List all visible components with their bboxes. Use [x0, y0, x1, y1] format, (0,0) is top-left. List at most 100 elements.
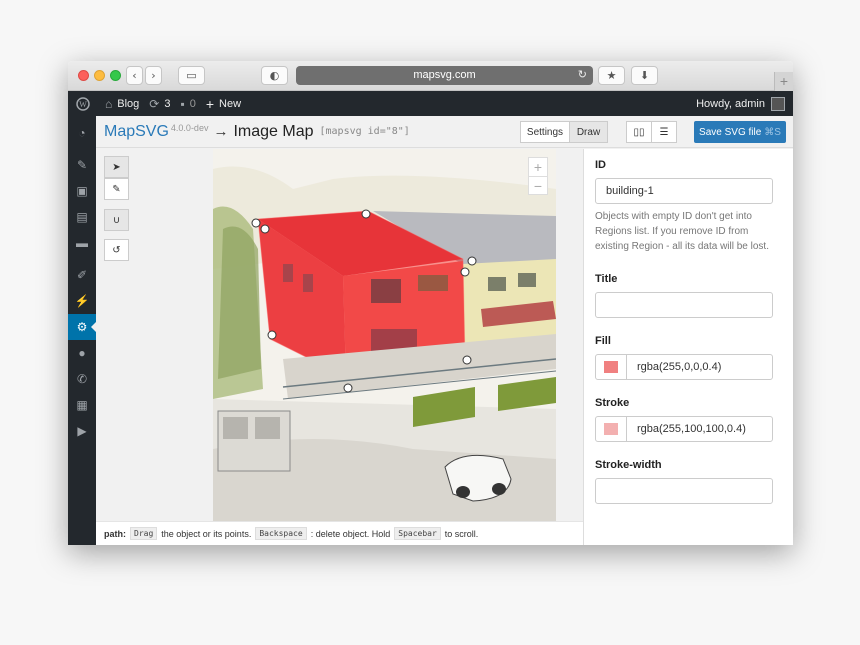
- new-tab-button[interactable]: +: [774, 72, 793, 91]
- draw-toolbar: ➤ ✎ ∪ ↺: [104, 156, 129, 261]
- address-bar[interactable]: mapsvg.com ↻: [296, 66, 593, 85]
- map-view-button[interactable]: ▯▯: [626, 121, 652, 143]
- updates-icon: ⟳: [149, 96, 160, 111]
- hint-text-3: to scroll.: [444, 528, 479, 539]
- stroke-label: Stroke: [595, 397, 630, 409]
- adjust-view-button[interactable]: ☰: [651, 121, 677, 143]
- title-label: Title: [595, 273, 618, 285]
- updates-link[interactable]: ⟳ 3: [149, 97, 170, 111]
- status-bar: path: Drag the object or its points. Bac…: [96, 521, 583, 545]
- pin-icon[interactable]: ✎: [68, 152, 96, 178]
- building-illustration: [213, 149, 556, 521]
- undo-icon: ↺: [112, 244, 121, 256]
- site-name-label: Blog: [117, 97, 140, 110]
- download-icon: ⬇: [639, 69, 650, 82]
- minimize-window-button[interactable]: [94, 70, 105, 81]
- svg-text:W: W: [79, 100, 87, 109]
- browser-window: ‹ › ▭ ◐ mapsvg.com ↻ ★ ⬇ + W ⌂ Blog ⟳ 3 …: [68, 61, 793, 545]
- appearance-icon[interactable]: ✐: [68, 262, 96, 288]
- reload-icon[interactable]: ↻: [578, 66, 587, 85]
- back-button[interactable]: ‹: [126, 66, 143, 85]
- wordpress-logo-button[interactable]: W: [76, 96, 92, 111]
- cursor-icon: ➤: [112, 161, 121, 173]
- fill-color-picker[interactable]: [596, 355, 627, 379]
- wp-admin-bar: W ⌂ Blog ⟳ 3 ▪ 0 + New Howdy, admin: [68, 91, 793, 116]
- settings-button[interactable]: Settings: [520, 121, 570, 143]
- maximize-window-button[interactable]: [110, 70, 121, 81]
- downloads-button[interactable]: ⬇: [631, 66, 658, 85]
- zoom-controls: + −: [528, 157, 548, 195]
- play-icon[interactable]: ▶: [68, 418, 96, 444]
- title-field[interactable]: [595, 292, 773, 318]
- fill-field[interactable]: rgba(255,0,0,0.4): [595, 354, 773, 380]
- stroke-color-picker[interactable]: [596, 417, 627, 441]
- stroke-width-label: Stroke-width: [595, 459, 662, 471]
- plus-icon: +: [779, 73, 789, 89]
- home-icon: ⌂: [105, 96, 113, 111]
- users-icon[interactable]: ●: [68, 340, 96, 366]
- hint-text-1: the object or its points.: [161, 528, 252, 539]
- howdy-text: Howdy, admin: [696, 97, 765, 110]
- id-help-text: Objects with empty ID don't get into Reg…: [595, 211, 769, 252]
- id-field[interactable]: building-1: [595, 178, 773, 204]
- mode-label: path:: [104, 528, 126, 539]
- url-text: mapsvg.com: [413, 69, 476, 81]
- wordpress-icon: W: [76, 96, 90, 111]
- new-label: New: [219, 97, 242, 110]
- chevron-right-icon: ›: [151, 69, 156, 82]
- sidebar-toggle-button[interactable]: ▭: [178, 66, 205, 85]
- shortcode-label: [mapsvg id="8"]: [319, 126, 410, 137]
- pencil-icon: ✎: [112, 183, 121, 195]
- version-label: 4.0.0-dev: [170, 122, 209, 133]
- arrow-separator: →: [213, 123, 229, 140]
- drag-key: Drag: [130, 527, 158, 540]
- pages-icon[interactable]: ▤: [68, 204, 96, 230]
- sidebar-icon: ▭: [186, 69, 197, 82]
- spacebar-key: Spacebar: [394, 527, 441, 540]
- stroke-width-field[interactable]: [595, 478, 773, 504]
- plugins-icon[interactable]: ⚡: [68, 288, 96, 314]
- map-canvas[interactable]: + −: [213, 149, 556, 521]
- chevron-left-icon: ‹: [132, 69, 137, 82]
- stroke-swatch: [604, 423, 618, 435]
- settings-label: Settings: [526, 126, 564, 138]
- stroke-field[interactable]: rgba(255,100,100,0.4): [595, 416, 773, 442]
- sliders-icon: ☰: [659, 126, 669, 138]
- draw-button[interactable]: Draw: [569, 121, 608, 143]
- tools-icon[interactable]: ✆: [68, 366, 96, 392]
- comments-count: 0: [189, 97, 196, 110]
- privacy-icon: ◐: [269, 69, 280, 82]
- zoom-out-button[interactable]: −: [529, 176, 547, 194]
- fill-swatch: [604, 361, 618, 373]
- comments-icon[interactable]: ▬: [68, 230, 96, 256]
- dashboard-icon[interactable]: ◔: [68, 120, 96, 146]
- privacy-button[interactable]: ◐: [261, 66, 288, 85]
- close-window-button[interactable]: [78, 70, 89, 81]
- fill-label: Fill: [595, 335, 611, 347]
- pen-tool-button[interactable]: ✎: [104, 178, 129, 200]
- settings-icon[interactable]: ▦: [68, 392, 96, 418]
- new-content-link[interactable]: + New: [206, 96, 241, 112]
- settings-gear-icon[interactable]: ⚙: [68, 314, 96, 340]
- select-tool-button[interactable]: ➤: [104, 156, 129, 178]
- map-title: Image Map: [233, 122, 314, 140]
- bookmark-button[interactable]: ★: [598, 66, 625, 85]
- save-svg-button[interactable]: Save SVG file ⌘S: [694, 121, 786, 143]
- stroke-value: rgba(255,100,100,0.4): [637, 423, 746, 435]
- snap-tool-button[interactable]: ∪: [104, 209, 129, 231]
- undo-button[interactable]: ↺: [104, 239, 129, 261]
- zoom-in-button[interactable]: +: [529, 158, 547, 176]
- plus-icon: +: [205, 95, 215, 112]
- backspace-key: Backspace: [255, 527, 307, 540]
- map-icon: ▯▯: [633, 126, 645, 138]
- forward-button[interactable]: ›: [145, 66, 162, 85]
- avatar: [771, 96, 785, 111]
- media-icon[interactable]: ▣: [68, 178, 96, 204]
- comments-link[interactable]: ▪ 0: [180, 97, 195, 111]
- site-name-link[interactable]: ⌂ Blog: [105, 97, 139, 111]
- browser-titlebar: ‹ › ▭ ◐ mapsvg.com ↻ ★ ⬇ +: [68, 61, 793, 91]
- account-menu[interactable]: Howdy, admin: [696, 91, 785, 116]
- star-icon: ★: [606, 69, 617, 82]
- properties-panel: ID building-1 Objects with empty ID don'…: [583, 149, 793, 545]
- id-label: ID: [595, 159, 606, 171]
